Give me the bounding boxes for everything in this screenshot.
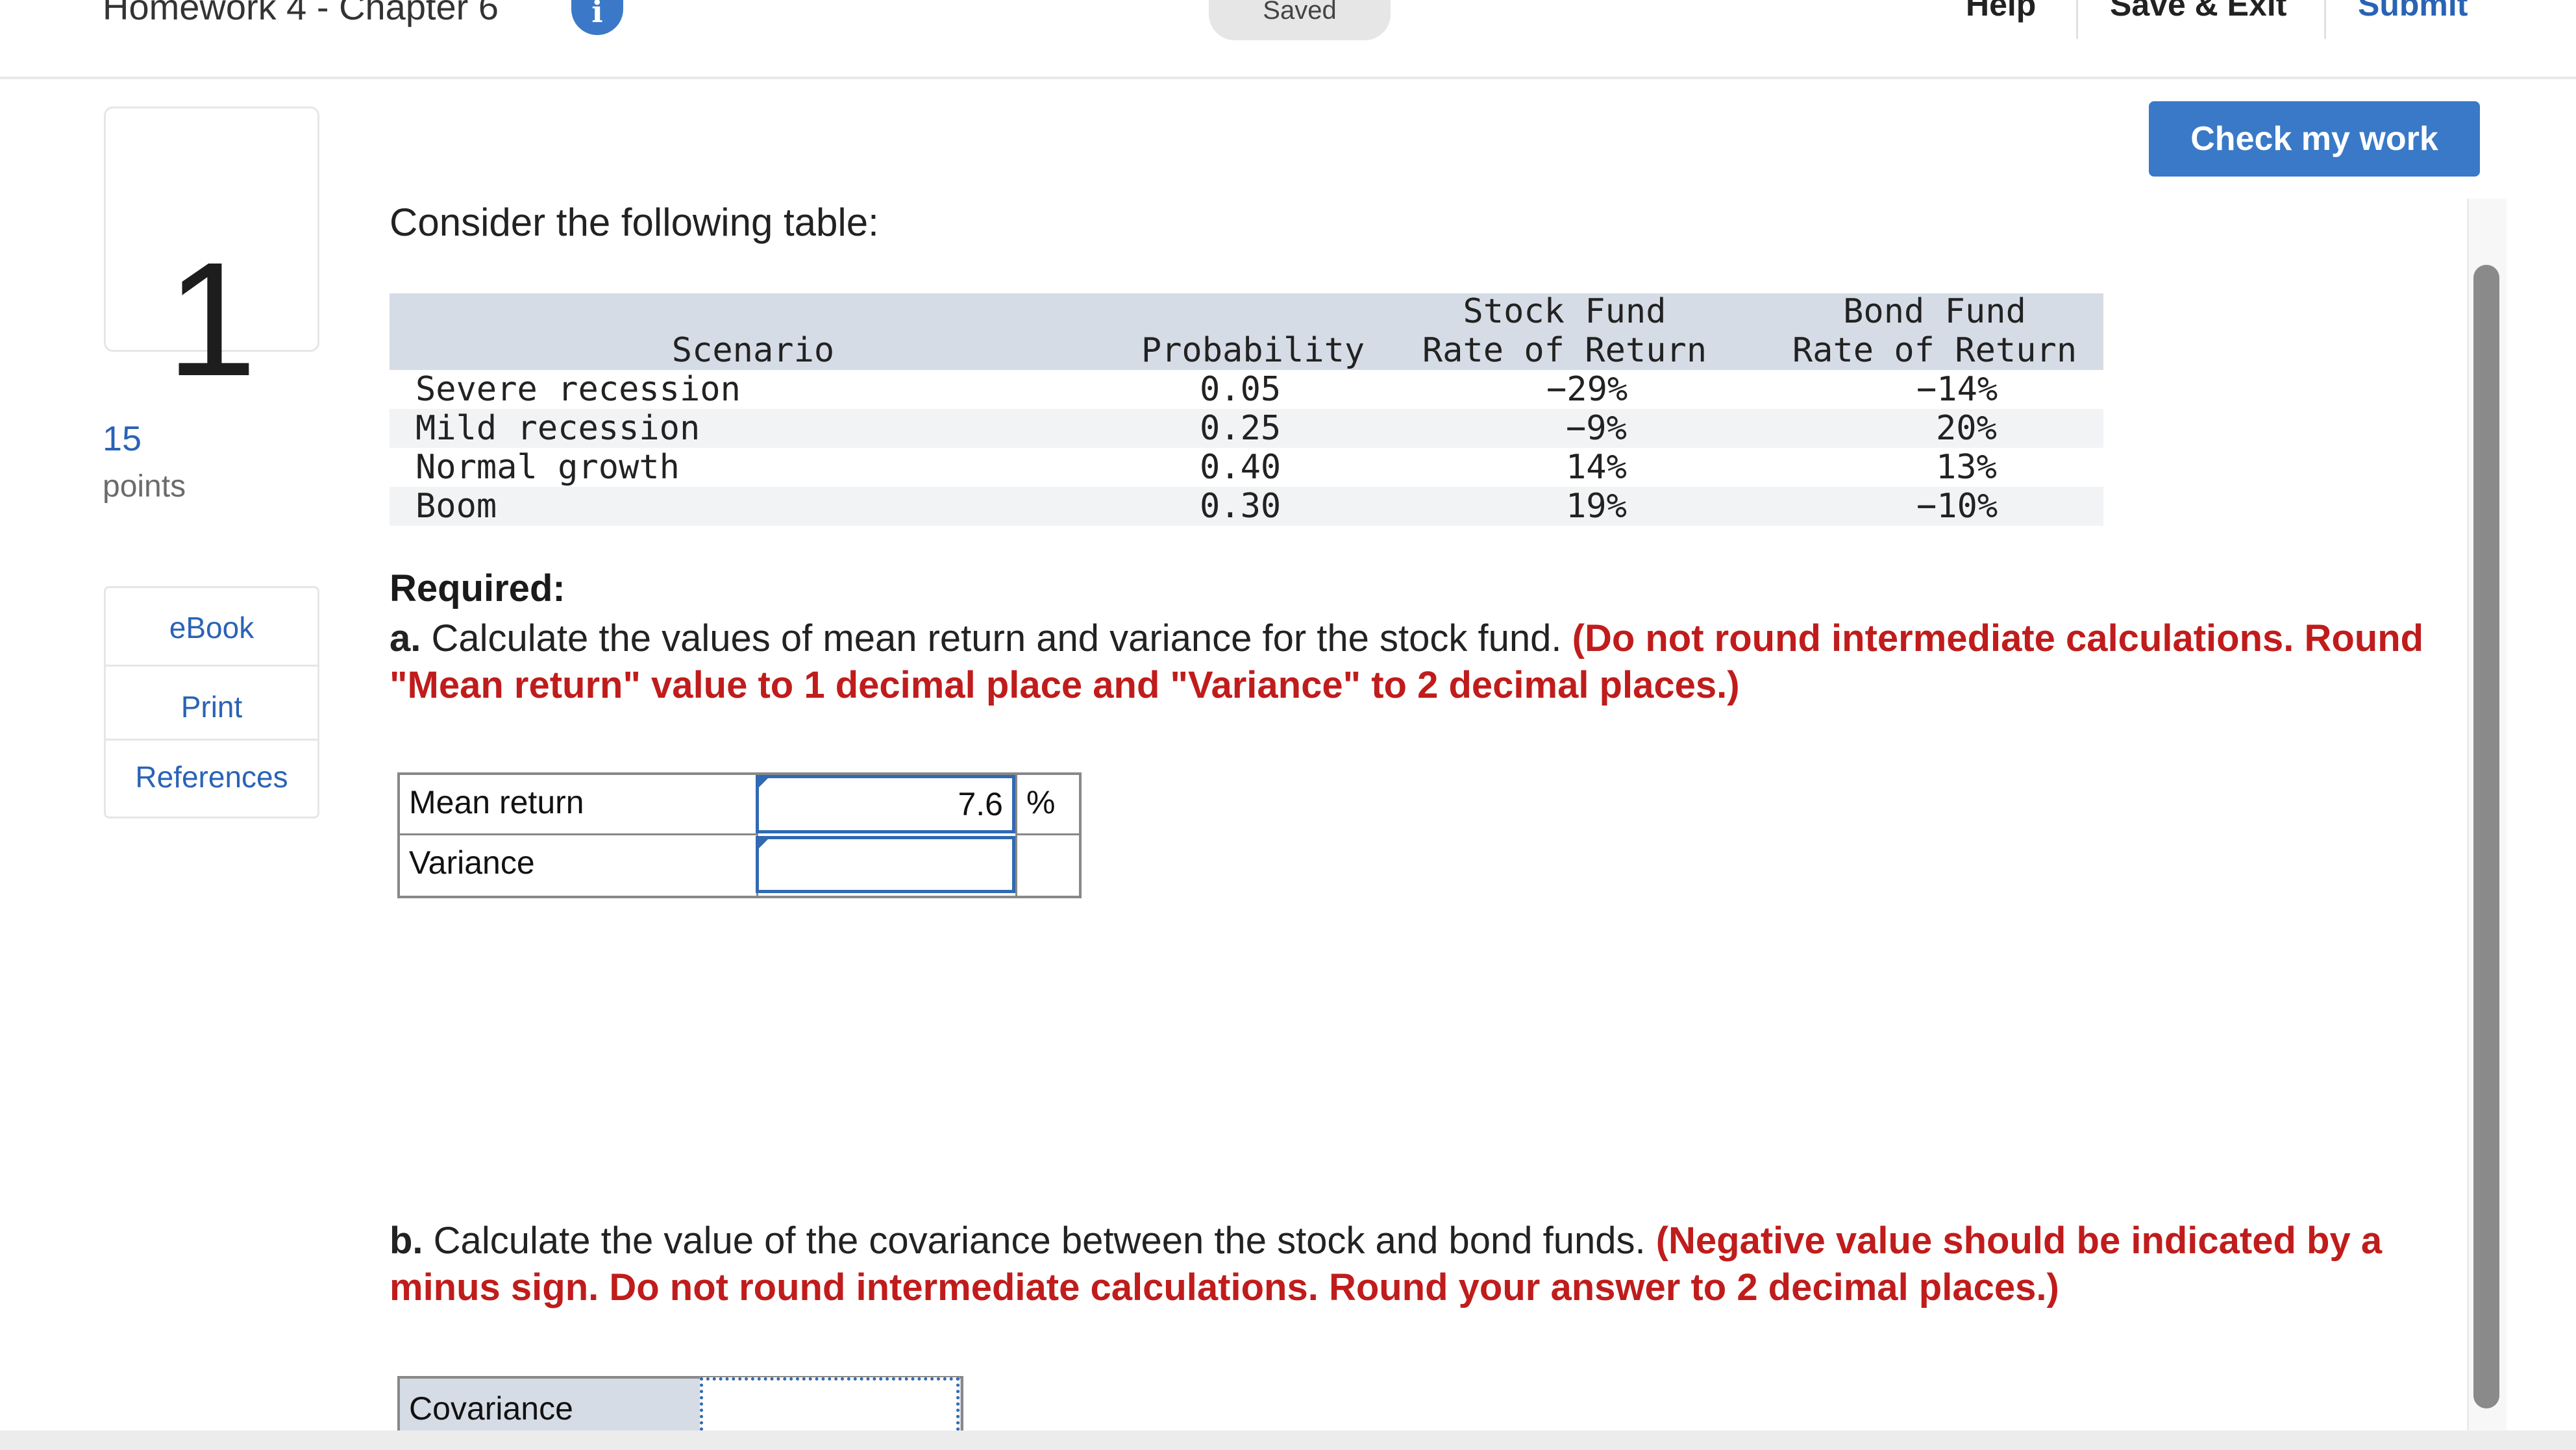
header-stock-line2: Rate of Return	[1422, 331, 1707, 370]
answer-flag-icon	[759, 839, 768, 848]
vertical-scrollbar-thumb[interactable]	[2473, 265, 2499, 1408]
part-b-label: b.	[390, 1220, 423, 1262]
table-row: Severe recession 0.05 −29% −14%	[390, 370, 2103, 409]
submit-link[interactable]: Submit	[2358, 0, 2468, 23]
cell-scenario: Mild recession	[415, 409, 700, 448]
cell-bond-return: 13%	[1936, 448, 1997, 487]
header-divider	[2076, 0, 2078, 39]
variance-unit	[1015, 835, 1079, 896]
cell-probability: 0.30	[1200, 487, 1282, 526]
ebook-link[interactable]: eBook	[106, 610, 317, 645]
required-heading: Required:	[390, 567, 565, 609]
table-row: Mild recession 0.25 −9% 20%	[390, 409, 2103, 448]
question-number: 1	[166, 228, 257, 410]
answer-flag-icon	[759, 778, 768, 787]
assignment-title: Homework 4 - Chapter 6	[103, 0, 499, 27]
cell-scenario: Normal growth	[415, 448, 680, 487]
help-link[interactable]: Help	[1966, 0, 2036, 23]
part-a-text: a. Calculate the values of mean return a…	[390, 615, 2467, 709]
table-row: Boom 0.30 19% −10%	[390, 487, 2103, 526]
header-scenario: Scenario	[671, 331, 835, 370]
variance-input[interactable]	[756, 836, 1015, 893]
covariance-input[interactable]	[700, 1377, 960, 1437]
part-a-label: a.	[390, 617, 421, 659]
save-exit-link[interactable]: Save & Exit	[2110, 0, 2286, 23]
cell-probability: 0.05	[1200, 370, 1282, 409]
table-header: Scenario Probability Stock Fund Rate of …	[390, 292, 2103, 370]
cell-probability: 0.40	[1200, 448, 1282, 487]
cell-bond-return: −14%	[1916, 370, 1998, 409]
cell-bond-return: 20%	[1936, 409, 1997, 448]
header-divider	[2324, 0, 2326, 39]
resources-divider	[106, 739, 317, 741]
cell-stock-return: 19%	[1566, 487, 1627, 526]
cell-bond-return: −10%	[1916, 487, 1998, 526]
resources-panel: eBook Print References	[104, 586, 319, 818]
check-my-work-button[interactable]: Check my work	[2149, 101, 2480, 177]
references-link[interactable]: References	[106, 759, 317, 794]
header-stock-line1: Stock Fund	[1463, 292, 1666, 331]
cell-stock-return: 14%	[1566, 448, 1627, 487]
print-link[interactable]: Print	[106, 689, 317, 724]
mean-return-input[interactable]: 7.6	[756, 775, 1015, 833]
top-header: Homework 4 - Chapter 6 i Saved Help Save…	[0, 0, 2576, 79]
cell-stock-return: −9%	[1566, 409, 1627, 448]
cell-probability: 0.25	[1200, 409, 1282, 448]
header-bond-line1: Bond Fund	[1843, 292, 2026, 331]
part-b-question: Calculate the value of the covariance be…	[433, 1220, 1646, 1262]
saved-status-badge: Saved	[1209, 0, 1391, 40]
question-number-card: 1	[104, 106, 319, 400]
table-row: Normal growth 0.40 14% 13%	[390, 448, 2103, 487]
bottom-bar	[0, 1431, 2576, 1450]
header-bond-line2: Rate of Return	[1792, 331, 2077, 370]
part-a-question: Calculate the values of mean return and …	[431, 617, 1562, 659]
points-label: points	[103, 469, 186, 504]
cell-scenario: Severe recession	[415, 370, 741, 409]
question-prompt: Consider the following table:	[390, 201, 879, 244]
points-value: 15	[103, 419, 142, 458]
info-icon[interactable]: i	[571, 0, 623, 35]
variance-label: Variance	[400, 835, 758, 896]
covariance-label: Covariance	[409, 1390, 573, 1427]
cell-scenario: Boom	[415, 487, 497, 526]
mean-return-label: Mean return	[400, 775, 758, 835]
cell-stock-return: −29%	[1546, 370, 1628, 409]
resources-divider	[106, 665, 317, 667]
mean-return-unit: %	[1015, 775, 1079, 835]
header-probability: Probability	[1141, 331, 1365, 370]
part-b-text: b. Calculate the value of the covariance…	[390, 1218, 2467, 1311]
scenario-table: Scenario Probability Stock Fund Rate of …	[390, 292, 2103, 526]
